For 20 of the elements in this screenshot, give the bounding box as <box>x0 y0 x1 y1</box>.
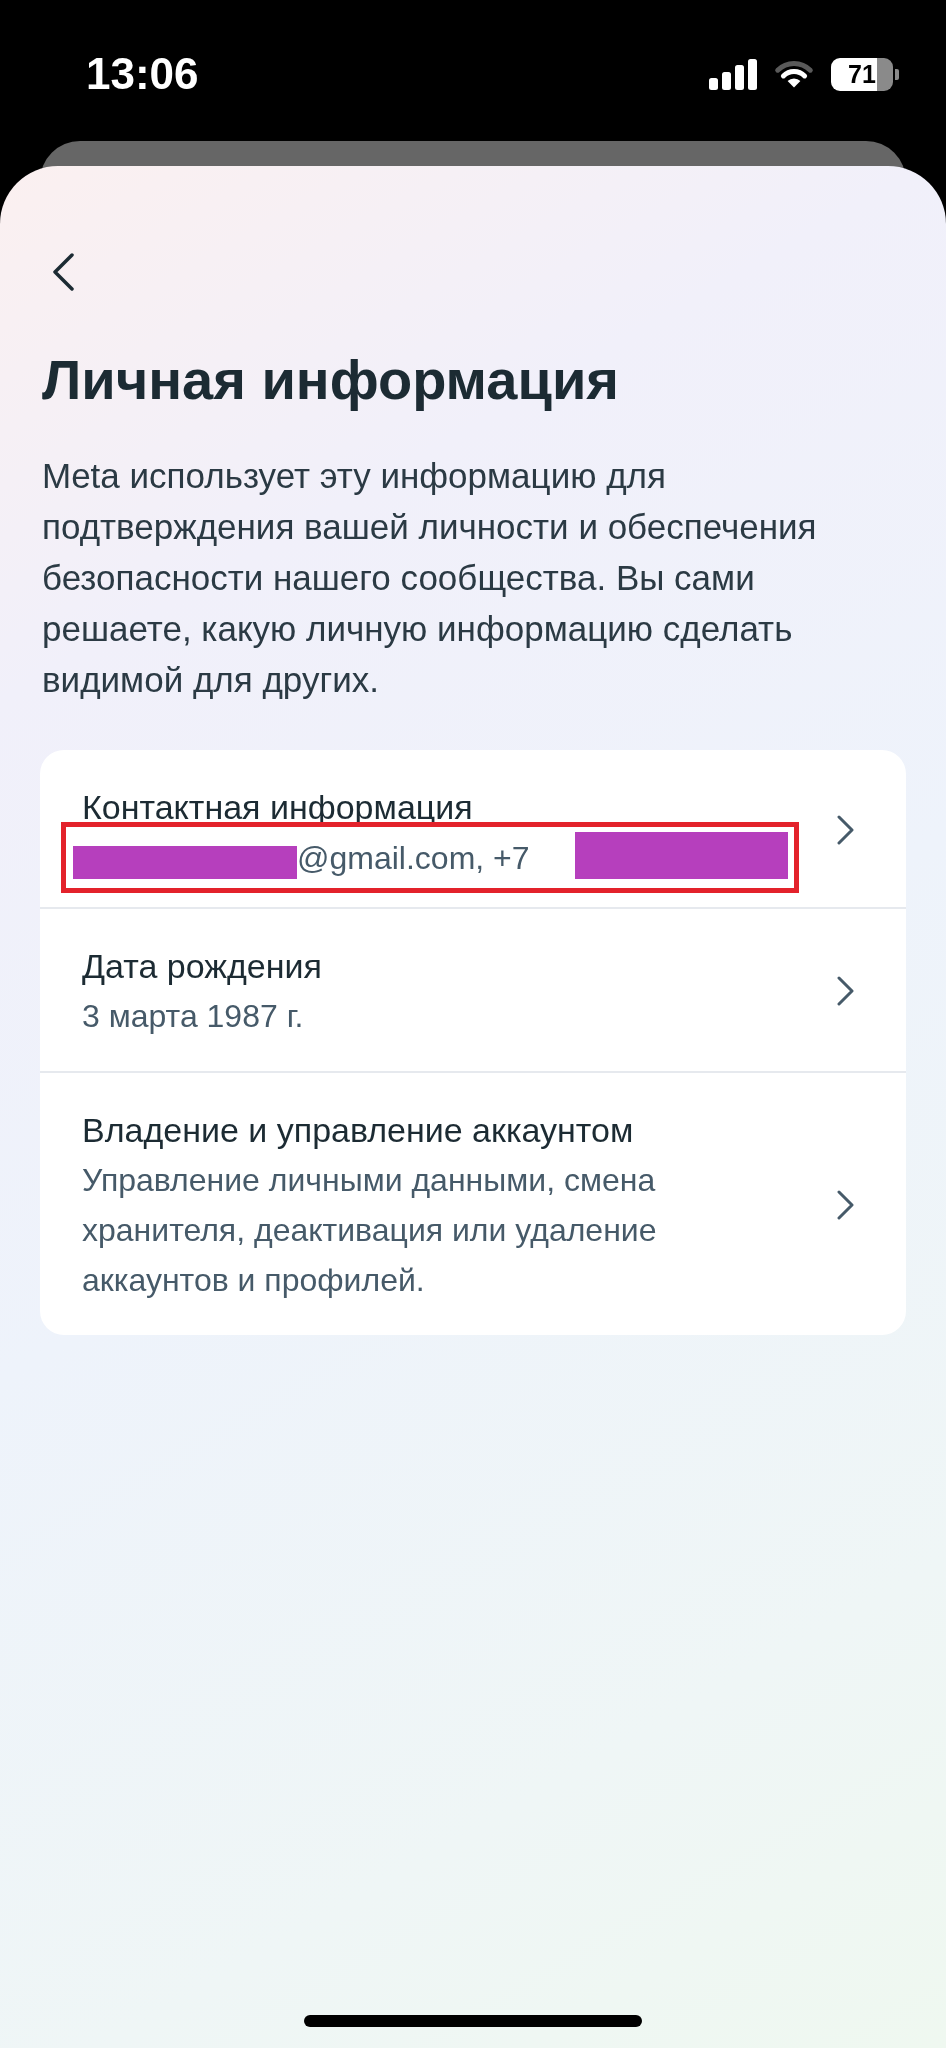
settings-row[interactable]: Контактная информация @gmail.com, +7 <box>40 750 906 909</box>
row-title: Владение и управление аккаунтом <box>82 1110 635 1151</box>
chevron-right-icon <box>837 976 854 1006</box>
chevron-right-icon <box>837 1190 854 1220</box>
row-subtitle: @gmail.com, +7 <box>297 838 530 878</box>
signal-icon <box>709 59 757 90</box>
row-title: Контактная информация <box>82 787 474 828</box>
chevron-left-icon <box>51 252 75 292</box>
row-title: Дата рождения <box>82 946 323 987</box>
chevron-right-icon <box>837 814 854 845</box>
settings-row[interactable]: Дата рождения 3 марта 1987 г. <box>40 909 906 1073</box>
settings-row[interactable]: Владение и управление аккаунтом Управление личными данными, смена хранителя, деактивация или удаление аккаунтов и профилей. <box>40 1073 906 1335</box>
status-time: 13:06 <box>86 49 199 99</box>
page-title: Личная информация <box>42 347 620 413</box>
wifi-icon <box>773 60 815 89</box>
page-description: Meta использует эту информацию для подтверждения вашей личности и обеспечения безопасности нашего сообщества. Вы сами решаете, какую личную информацию сделать видимой для других. <box>42 455 818 701</box>
back-button[interactable] <box>51 252 75 292</box>
row-subtitle: Управление личными данными, смена хранителя, деактивация или удаление аккаунтов и профилей. <box>82 1161 658 1300</box>
row-subtitle: 3 марта 1987 г. <box>82 997 305 1036</box>
battery-level: 71 <box>831 58 893 91</box>
